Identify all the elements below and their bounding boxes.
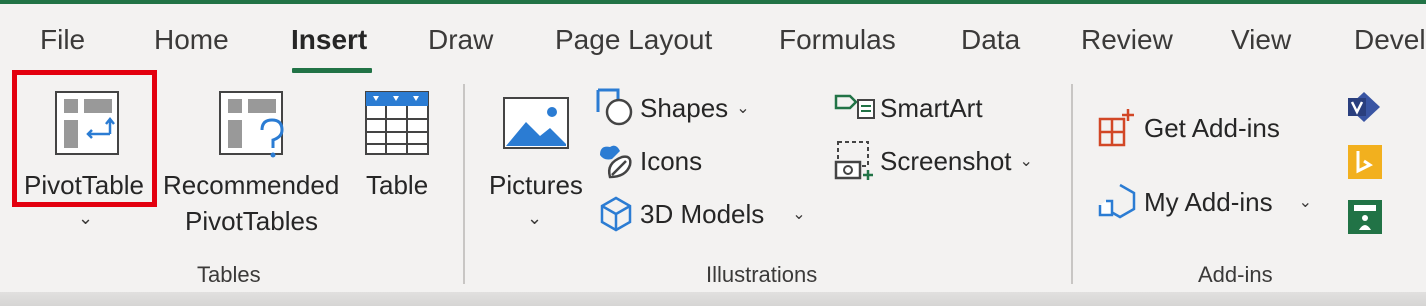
get-addins-button[interactable]: Get Add-ins — [1098, 106, 1280, 150]
tab-developer[interactable]: Devel — [1354, 24, 1426, 56]
tab-draw[interactable]: Draw — [428, 24, 493, 56]
3d-models-dropdown-icon: ⌄ — [792, 206, 806, 223]
recommended-pivottables-label-2: PivotTables — [185, 206, 318, 236]
tables-group-label: Tables — [197, 262, 261, 287]
illustrations-group-label: Illustrations — [706, 262, 818, 287]
shapes-icon — [596, 88, 633, 126]
icons-label: Icons — [640, 145, 703, 176]
bing-maps-addin-button[interactable] — [1348, 145, 1382, 184]
visio-icon — [1348, 92, 1380, 122]
my-addins-button[interactable]: My Add-ins ⌄ — [1098, 180, 1312, 224]
visio-addin-button[interactable] — [1346, 90, 1382, 129]
screenshot-dropdown-icon: ⌄ — [1019, 153, 1033, 170]
tab-view[interactable]: View — [1231, 24, 1291, 56]
bing-maps-icon — [1348, 145, 1382, 179]
smartart-icon — [834, 94, 875, 119]
get-addins-icon — [1098, 109, 1134, 147]
tab-insert[interactable]: Insert — [291, 24, 367, 56]
smartart-label: SmartArt — [880, 92, 983, 123]
pivottable-highlight-box — [12, 70, 157, 207]
pictures-label: Pictures — [489, 170, 583, 200]
icons-icon — [600, 145, 632, 179]
get-addins-label: Get Add-ins — [1144, 112, 1280, 143]
ribbon-tabs: File Home Insert Draw Page Layout Formul… — [0, 4, 1426, 76]
screenshot-label: Screenshot — [880, 145, 1012, 176]
group-separator — [1071, 84, 1073, 284]
screenshot-icon — [834, 141, 873, 180]
addins-group-label: Add-ins — [1198, 262, 1273, 287]
pictures-dropdown-icon[interactable]: ⌄ — [527, 208, 542, 229]
pictures-icon — [503, 97, 569, 149]
3d-models-icon — [600, 196, 632, 232]
table-label: Table — [366, 170, 429, 200]
recommended-pivottables-icon — [219, 91, 284, 158]
tab-data[interactable]: Data — [961, 24, 1020, 56]
active-tab-indicator — [292, 68, 372, 73]
group-separator — [463, 84, 465, 284]
people-graph-addin-button[interactable] — [1348, 200, 1382, 239]
tab-home[interactable]: Home — [154, 24, 229, 56]
table-icon — [365, 91, 429, 155]
smartart-button[interactable]: SmartArt — [834, 86, 983, 130]
pivottable-dropdown-icon[interactable]: ⌄ — [78, 208, 93, 229]
people-graph-icon — [1348, 200, 1382, 234]
ribbon-bottom-edge — [0, 292, 1426, 306]
screenshot-button[interactable]: Screenshot ⌄ — [834, 139, 1033, 183]
my-addins-dropdown-icon: ⌄ — [1298, 194, 1313, 211]
recommended-pivottables-label-1: Recommended — [163, 170, 340, 200]
icons-button[interactable]: Icons — [596, 139, 702, 183]
my-addins-label: My Add-ins — [1144, 186, 1273, 217]
tab-review[interactable]: Review — [1081, 24, 1173, 56]
tab-page-layout[interactable]: Page Layout — [555, 24, 712, 56]
tab-formulas[interactable]: Formulas — [779, 24, 896, 56]
my-addins-icon — [1098, 183, 1136, 219]
tab-file[interactable]: File — [40, 24, 85, 56]
shapes-button[interactable]: Shapes ⌄ — [596, 86, 750, 130]
shapes-label: Shapes — [640, 92, 729, 123]
3d-models-label: 3D Models — [640, 198, 765, 229]
3d-models-button[interactable]: 3D Models ⌄ — [596, 192, 806, 236]
shapes-dropdown-icon: ⌄ — [736, 100, 750, 117]
